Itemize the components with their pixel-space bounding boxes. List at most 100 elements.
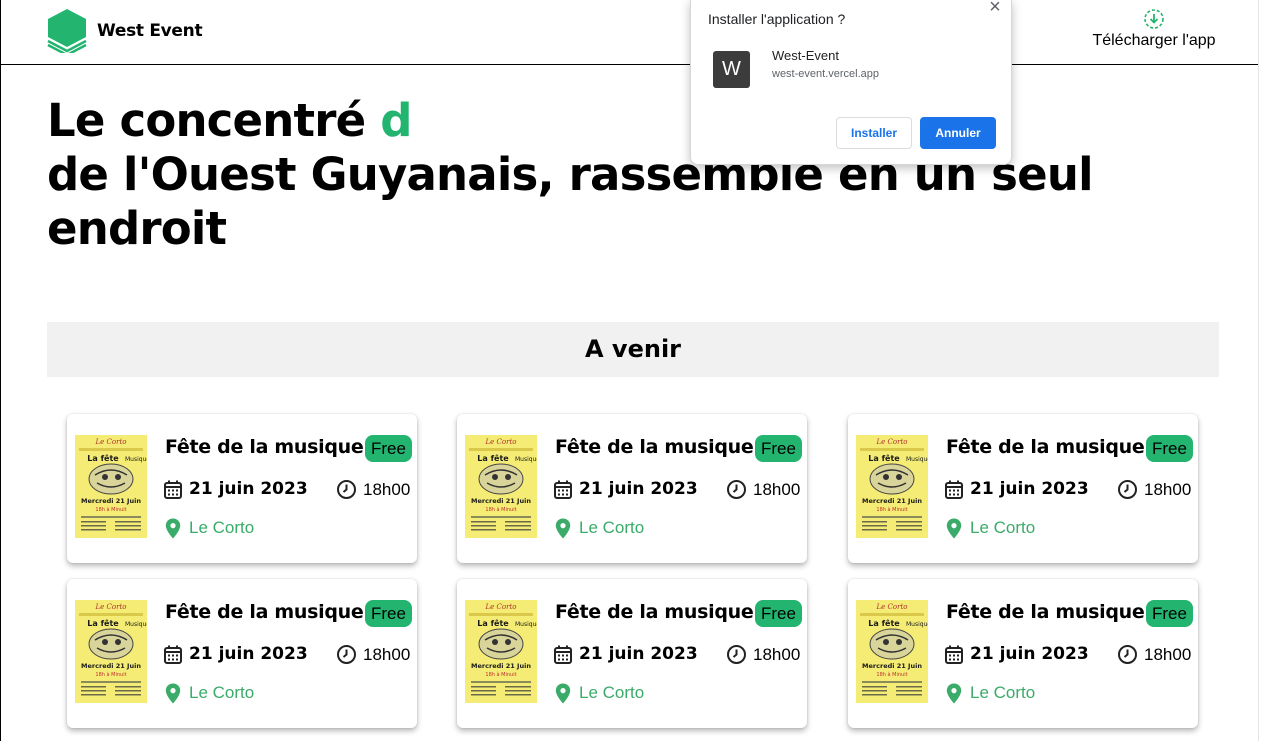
event-time: 18h00 <box>1144 480 1192 499</box>
location-pin-icon <box>555 683 571 709</box>
download-circle-icon <box>1144 9 1164 29</box>
hero-line-3: endroit <box>47 202 227 255</box>
svg-text:Le Corto: Le Corto <box>95 438 127 446</box>
event-poster-image[interactable]: Le Corto La fête Musique Mercredi 21 Juin18… <box>75 600 147 703</box>
svg-text:Mercredi 21 Juin: Mercredi 21 Juin <box>471 662 531 670</box>
svg-text:18h à Minuit: 18h à Minuit <box>95 671 126 678</box>
calendar-icon <box>553 479 573 505</box>
event-card[interactable]: Le CortoLa fêteMusiqueMercredi 21 Juin18… <box>457 414 807 563</box>
brand-name[interactable]: West Event <box>97 21 203 41</box>
svg-text:Le Corto: Le Corto <box>95 603 127 611</box>
svg-text:Le Corto: Le Corto <box>876 438 908 446</box>
price-badge: Free <box>755 435 802 462</box>
event-time: 18h00 <box>363 480 411 499</box>
event-poster-image[interactable]: Le Corto La fête Musique Mercredi 21 Juin18… <box>465 600 537 703</box>
hero-typed-accent: d <box>380 94 412 147</box>
event-card[interactable]: Le CortoLa fêteMusiqueMercredi 21 Juin18… <box>67 579 417 728</box>
event-place-link[interactable]: Le Corto <box>189 683 254 703</box>
app-icon: W <box>713 51 750 88</box>
svg-text:18h à Minuit: 18h à Minuit <box>485 506 516 513</box>
svg-text:Le Corto: Le Corto <box>876 603 908 611</box>
event-title[interactable]: Fête de la musique <box>946 601 1145 623</box>
app-url: west-event.vercel.app <box>772 68 879 80</box>
app-name: West-Event <box>772 48 839 63</box>
location-pin-icon <box>165 683 181 709</box>
clock-icon <box>726 479 747 505</box>
calendar-icon <box>163 644 183 670</box>
location-pin-icon <box>165 518 181 544</box>
page-frame: West Event Télécharger l'app Le concentr… <box>0 0 1258 741</box>
event-date: 21 juin 2023 <box>189 644 308 664</box>
event-card[interactable]: Le CortoLa fêteMusiqueMercredi 21 Juin18… <box>457 579 807 728</box>
svg-text:Mercredi 21 Juin: Mercredi 21 Juin <box>81 662 141 670</box>
event-place-link[interactable]: Le Corto <box>970 683 1035 703</box>
event-card[interactable]: Le CortoLa fêteMusiqueMercredi 21 Juin18… <box>67 414 417 563</box>
hero-line-1-text: Le concentré <box>47 94 381 147</box>
svg-text:Musique: Musique <box>906 456 928 463</box>
event-title[interactable]: Fête de la musique <box>946 436 1145 458</box>
price-badge: Free <box>365 435 412 462</box>
event-poster-image[interactable]: Le Corto La fête Musique Mercredi 21 Juin18… <box>856 600 928 703</box>
event-place-link[interactable]: Le Corto <box>970 518 1035 538</box>
svg-text:La fête: La fête <box>868 453 900 463</box>
event-poster-image[interactable]: Le Corto La fête Musique Mercredi 21 Juin18… <box>465 435 537 538</box>
svg-text:Musique: Musique <box>906 621 928 628</box>
scrollbar[interactable] <box>1258 0 1271 741</box>
event-card[interactable]: Le CortoLa fêteMusiqueMercredi 21 Juin18… <box>848 579 1198 728</box>
location-pin-icon <box>946 518 962 544</box>
event-time: 18h00 <box>753 645 801 664</box>
clock-icon <box>1117 479 1138 505</box>
calendar-icon <box>163 479 183 505</box>
event-card[interactable]: Le Corto La fête Musique Mercredi 21 Juin 18… <box>848 414 1198 563</box>
event-time: 18h00 <box>753 480 801 499</box>
cancel-button[interactable]: Annuler <box>920 117 996 149</box>
clock-icon <box>336 479 357 505</box>
event-poster-image[interactable]: Le Corto La fête Musique Mercredi 21 Juin18… <box>856 435 928 538</box>
svg-text:Le Corto: Le Corto <box>485 438 517 446</box>
svg-text:Musique: Musique <box>515 621 537 628</box>
svg-text:18h à Minuit: 18h à Minuit <box>876 671 907 678</box>
svg-text:18h à Minuit: 18h à Minuit <box>95 506 126 513</box>
svg-text:Musique: Musique <box>515 456 537 463</box>
download-app-button[interactable]: Télécharger l'app <box>1088 8 1220 50</box>
svg-text:La fête: La fête <box>87 453 119 463</box>
calendar-icon <box>944 644 964 670</box>
event-title[interactable]: Fête de la musique <box>165 601 364 623</box>
location-pin-icon <box>946 683 962 709</box>
install-app-dialog: Installer l'application ? × W West-Event… <box>690 0 1012 165</box>
download-label: Télécharger l'app <box>1092 32 1216 49</box>
event-poster-image[interactable]: Le Corto La fête Musique Mercredi 21 Juin18… <box>75 435 147 538</box>
svg-text:La fête: La fête <box>477 453 509 463</box>
site-header: West Event Télécharger l'app <box>1 0 1258 65</box>
svg-text:Le Corto: Le Corto <box>485 603 517 611</box>
event-place-link[interactable]: Le Corto <box>579 683 644 703</box>
event-date: 21 juin 2023 <box>579 479 698 499</box>
event-title[interactable]: Fête de la musique <box>555 436 754 458</box>
event-title[interactable]: Fête de la musique <box>555 601 754 623</box>
event-date: 21 juin 2023 <box>189 479 308 499</box>
event-date: 21 juin 2023 <box>579 644 698 664</box>
dialog-title: Installer l'application ? <box>708 11 846 27</box>
price-badge: Free <box>1146 600 1193 627</box>
event-title[interactable]: Fête de la musique <box>165 436 364 458</box>
svg-text:La fête: La fête <box>87 618 119 628</box>
install-button[interactable]: Installer <box>836 117 912 149</box>
event-time: 18h00 <box>1144 645 1192 664</box>
svg-text:Mercredi 21 Juin: Mercredi 21 Juin <box>862 497 922 505</box>
svg-text:Musique: Musique <box>125 621 147 628</box>
svg-text:18h à Minuit: 18h à Minuit <box>485 671 516 678</box>
svg-text:La fête: La fête <box>477 618 509 628</box>
event-place-link[interactable]: Le Corto <box>579 518 644 538</box>
event-date: 21 juin 2023 <box>970 644 1089 664</box>
event-time: 18h00 <box>363 645 411 664</box>
calendar-icon <box>553 644 573 670</box>
logo-icon[interactable] <box>46 7 88 53</box>
price-badge: Free <box>1146 435 1193 462</box>
event-place-link[interactable]: Le Corto <box>189 518 254 538</box>
svg-text:Mercredi 21 Juin: Mercredi 21 Juin <box>471 497 531 505</box>
location-pin-icon <box>555 518 571 544</box>
close-icon[interactable]: × <box>987 0 1003 17</box>
price-badge: Free <box>755 600 802 627</box>
svg-text:La fête: La fête <box>868 618 900 628</box>
clock-icon <box>726 644 747 670</box>
